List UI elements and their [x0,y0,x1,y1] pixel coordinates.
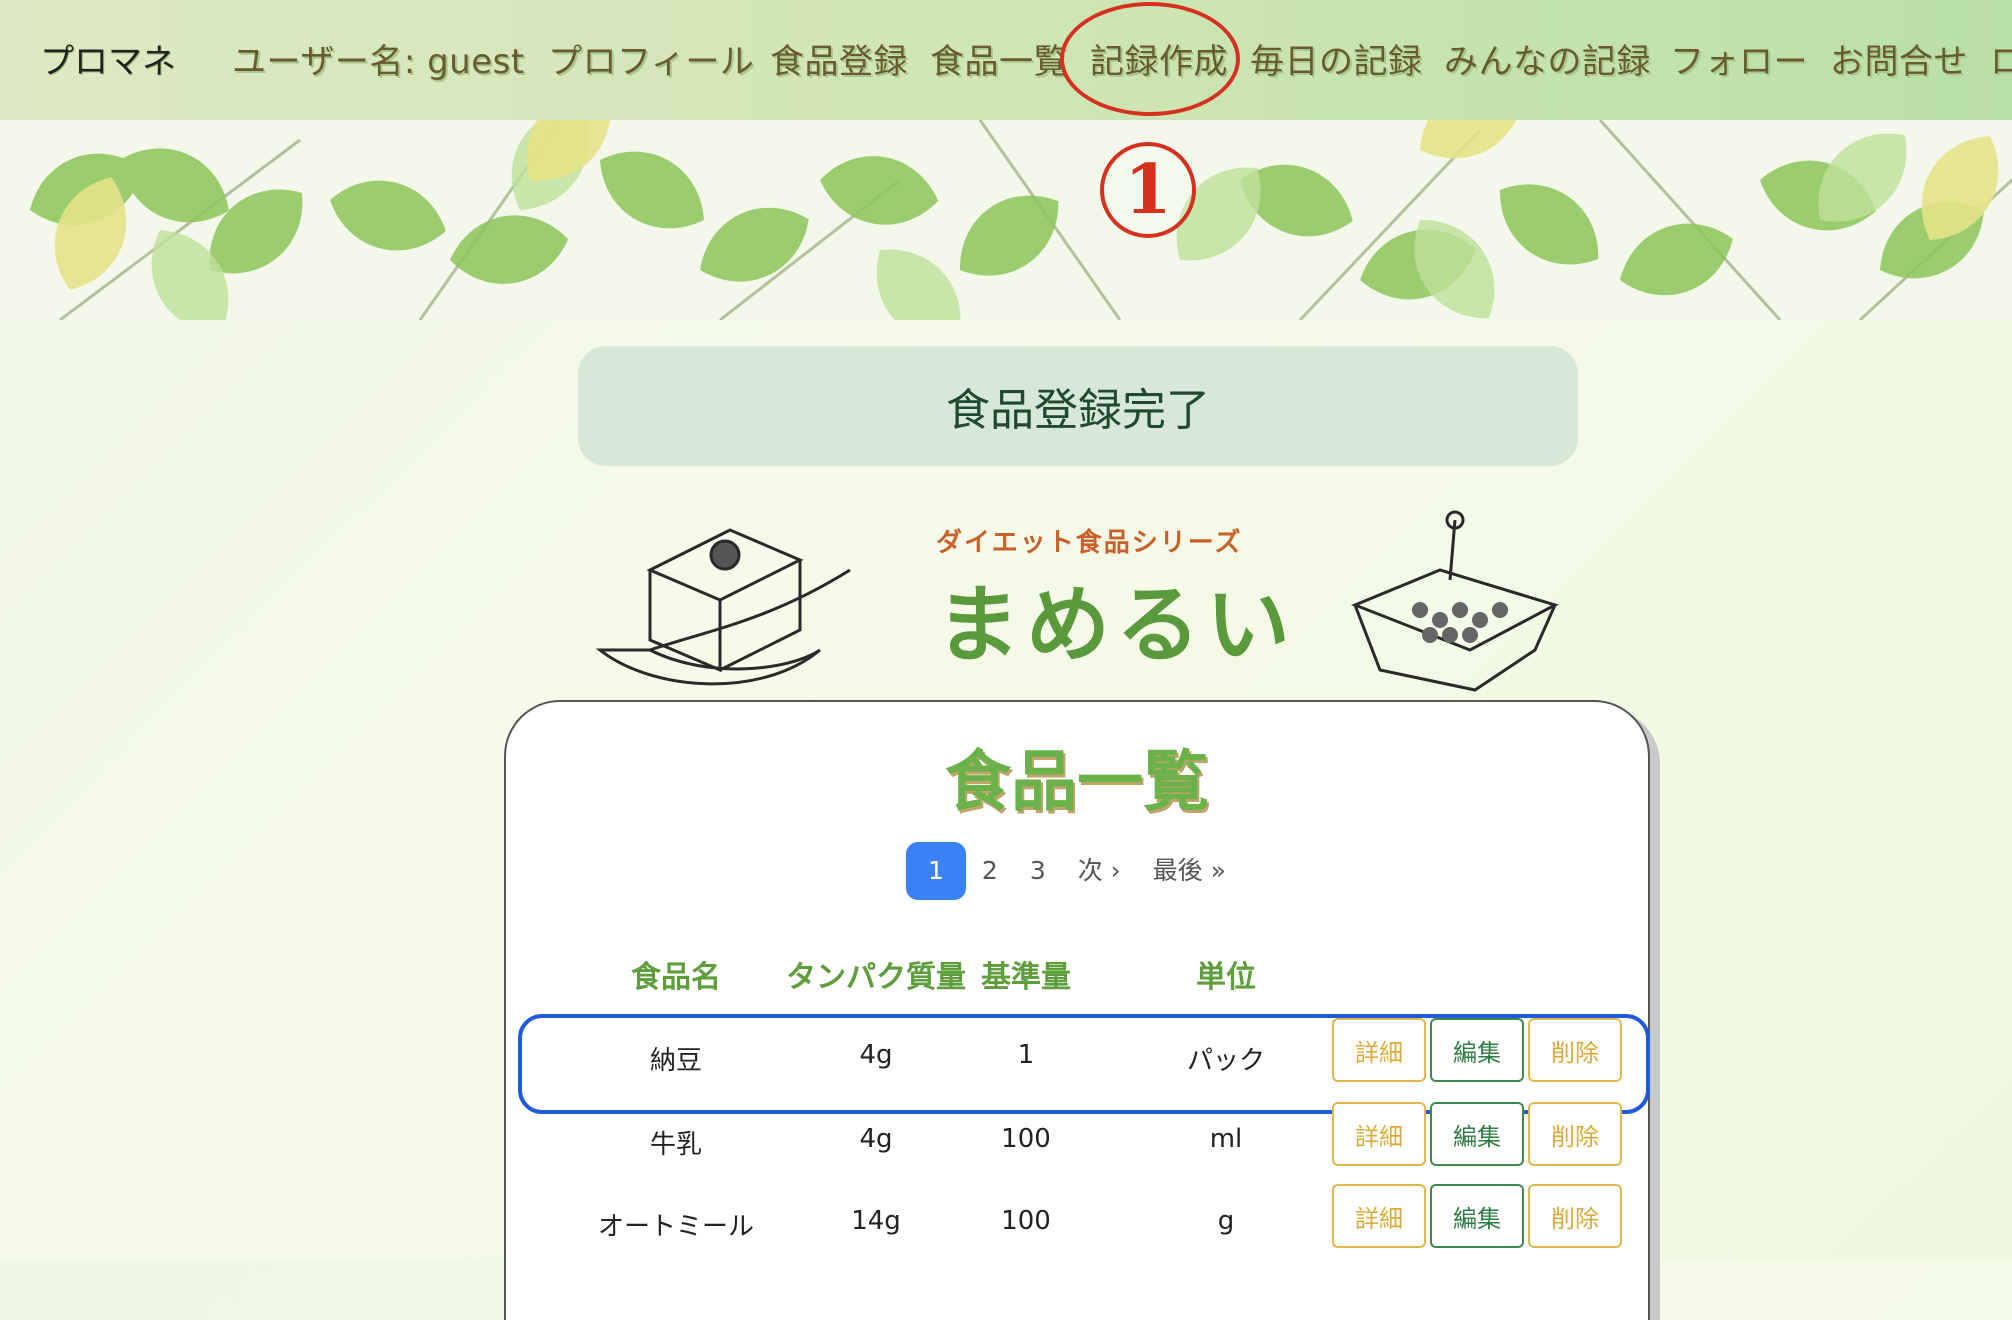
cell-base-amount: 1 [1017,1040,1035,1070]
cell-unit: ml [1209,1124,1243,1154]
cell-unit: パック [1186,1046,1265,1076]
leaf-banner [0,120,2012,320]
pagination: 1 2 3 次 › 最後 » [906,842,1242,900]
page-3-link[interactable]: 3 [1014,842,1062,900]
page-1-link[interactable]: 1 [906,842,966,900]
delete-button[interactable]: 削除 [1528,1018,1622,1082]
food-list-card: 食品一覧 1 2 3 次 › 最後 » 食品名 タンパク質量 基準量 単位 納豆… [504,700,1650,1320]
column-header-unit: 単位 [1196,960,1256,995]
annotation-step-number: 1 [1100,142,1196,238]
next-page-link[interactable]: 次 › [1062,842,1137,900]
delete-button[interactable]: 削除 [1528,1102,1622,1166]
top-navbar: プロマネ ユーザー名: guest プロフィール 食品登録 食品一覧 記録作成 … [0,0,2012,120]
brand-link[interactable]: プロマネ [40,34,176,83]
cell-food-name: 牛乳 [649,1130,702,1160]
delete-button[interactable]: 削除 [1528,1184,1622,1248]
cell-unit: g [1217,1206,1235,1236]
logo-subtitle: ダイエット食品シリーズ [936,528,1243,558]
logo-title: まめるい [936,575,1297,674]
nav-everyone-record[interactable]: みんなの記録 [1444,34,1651,83]
user-name-label: ユーザー名: guest [232,42,525,82]
last-page-link[interactable]: 最後 » [1137,842,1242,900]
nav-follow[interactable]: フォロー [1670,34,1808,83]
natto-illustration [1350,510,1559,692]
nav-food-list[interactable]: 食品一覧 [930,34,1068,83]
nav-food-register[interactable]: 食品登録 [770,34,908,83]
page-2-link[interactable]: 2 [966,842,1014,900]
leaf-pattern-image [18,120,2012,320]
edit-button[interactable]: 編集 [1430,1102,1524,1166]
brand-logo: ダイエット食品シリーズ まめるい [590,510,1570,710]
cell-food-name: 納豆 [649,1046,702,1076]
nav-create-record[interactable]: 記録作成 [1090,34,1228,83]
table-row: 納豆 4g 1 パック 詳細 編集 削除 [506,1014,1650,1114]
card-title: 食品一覧 [945,743,1209,820]
edit-button[interactable]: 編集 [1430,1018,1524,1082]
table-header: 食品名 タンパク質量 基準量 単位 [506,952,1648,1002]
detail-button[interactable]: 詳細 [1332,1184,1426,1248]
cell-base-amount: 100 [1001,1206,1051,1236]
cell-base-amount: 100 [1001,1124,1051,1154]
detail-button[interactable]: 詳細 [1332,1018,1426,1082]
nav-logout-partial[interactable]: ロ [1990,34,2012,83]
tofu-illustration [595,528,851,686]
table-row: 牛乳 4g 100 ml 詳細 編集 削除 [506,1102,1648,1182]
nav-contact[interactable]: お問合せ [1830,34,1968,83]
table-row: オートミール 14g 100 g 詳細 編集 削除 [506,1184,1648,1264]
nav-daily-record[interactable]: 毎日の記録 [1250,34,1423,83]
edit-button[interactable]: 編集 [1430,1184,1524,1248]
flash-message: 食品登録完了 [578,346,1578,466]
nav-profile[interactable]: プロフィール [548,34,754,83]
column-header-base: 基準量 [981,960,1071,995]
cell-food-name: オートミール [597,1212,754,1242]
detail-button[interactable]: 詳細 [1332,1102,1426,1166]
